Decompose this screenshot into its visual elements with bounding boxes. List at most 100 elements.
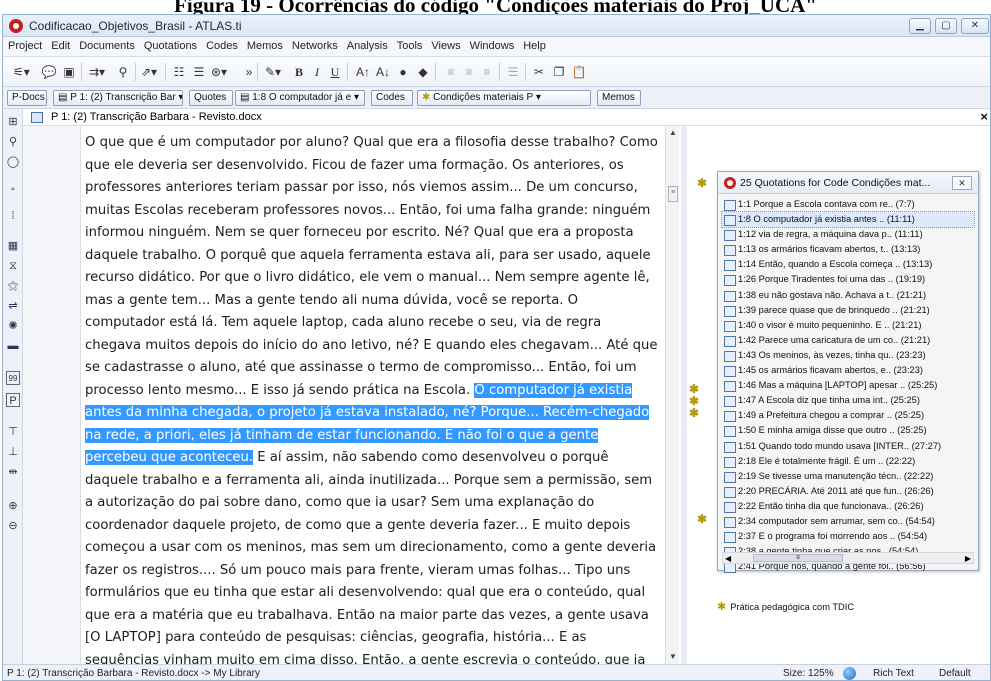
- quotations-hscrollbar[interactable]: ◀ ≡ ▶: [722, 552, 974, 564]
- text-after-selection[interactable]: E aí assim, não sabendo como desenvolveu…: [85, 450, 656, 664]
- quotation-list-item[interactable]: 1:46 Mas a máquina [LAPTOP] apesar .. (2…: [722, 378, 974, 393]
- color-icon[interactable]: ▬: [6, 339, 20, 353]
- menu-codes[interactable]: Codes: [201, 37, 242, 52]
- quotation-list-item[interactable]: 1:12 via de regra, a máquina dava p.. (1…: [722, 227, 974, 242]
- quotation-list-item[interactable]: 1:40 o visor é muito pequeninho. E .. (2…: [722, 318, 974, 333]
- margin-code-label[interactable]: ✱ Prática pedagógica com TDIC: [717, 600, 854, 613]
- scroll-right-icon[interactable]: ▶: [965, 553, 971, 564]
- quote-marks-icon[interactable]: “: [6, 185, 20, 199]
- zoom-in-icon[interactable]: ⊕: [6, 499, 20, 513]
- pdocs-button[interactable]: P-Docs: [7, 90, 47, 106]
- page-icon[interactable]: P: [6, 393, 20, 407]
- align-right-icon[interactable]: ≡: [479, 63, 495, 81]
- relation-icon[interactable]: ⇌: [6, 299, 20, 313]
- quotation-list-item[interactable]: 2:37 E o programa foi morrendo aos .. (5…: [722, 529, 974, 544]
- menu-memos[interactable]: Memos: [242, 37, 287, 52]
- network-tool-icon[interactable]: ⚟▾: [13, 63, 30, 81]
- xml-icon[interactable]: ⊛▾: [211, 63, 227, 81]
- paste-icon[interactable]: 📋: [571, 63, 587, 81]
- close-window-button[interactable]: ✕: [961, 18, 989, 34]
- tree-icon[interactable]: ⊞: [6, 115, 20, 129]
- list-icon[interactable]: ☰: [505, 63, 521, 81]
- code-select[interactable]: ✱ Condições materiais P ▾: [417, 90, 591, 106]
- code-star-icon[interactable]: ✱: [697, 512, 707, 526]
- document-text[interactable]: O que que é um computador por aluno? Qua…: [85, 132, 661, 664]
- pen-icon[interactable]: ✎▾: [265, 63, 281, 81]
- scroll-left-icon[interactable]: ◀: [725, 553, 731, 564]
- quote-select[interactable]: ▤ 1:8 O computador já e ▾: [235, 90, 365, 106]
- save-icon[interactable]: ▣: [61, 63, 77, 81]
- quotation-list-item[interactable]: 2:18 Ele é totalmente frágil. É um .. (2…: [722, 454, 974, 469]
- align-bottom-icon[interactable]: ⊥: [6, 445, 20, 459]
- close-panel-icon[interactable]: ✕: [952, 176, 972, 190]
- menu-edit[interactable]: Edit: [46, 37, 74, 52]
- report-icon[interactable]: ☷: [171, 63, 187, 81]
- document-text-pane[interactable]: O que que é um computador por aluno? Qua…: [81, 126, 665, 664]
- memos-button[interactable]: Memos: [597, 90, 641, 106]
- menu-help[interactable]: Help: [518, 37, 550, 52]
- quotation-list-item[interactable]: 1:50 E minha amiga disse que outro .. (2…: [722, 423, 974, 438]
- quotation-list-item[interactable]: 2:34 computador sem arrumar, sem co.. (5…: [722, 514, 974, 529]
- filter-icon[interactable]: ⧖: [6, 259, 20, 273]
- quotes-button[interactable]: Quotes: [189, 90, 233, 106]
- quotation-list-item[interactable]: 1:1 Porque a Escola contava com re.. (7:…: [722, 197, 974, 212]
- underline-icon[interactable]: U: [327, 63, 343, 81]
- quotation-list-item[interactable]: 1:47 A Escola diz que tinha uma int.. (2…: [722, 393, 974, 408]
- font-size-up-icon[interactable]: A↑: [355, 63, 371, 81]
- quotation-list-item[interactable]: 1:13 os armários ficavam abertos, t.. (1…: [722, 242, 974, 257]
- lines-icon[interactable]: ⁞: [6, 209, 20, 223]
- menu-views[interactable]: Views: [426, 37, 464, 52]
- binoculars-icon[interactable]: ⚲: [115, 63, 131, 81]
- scroll-thumb[interactable]: ≡: [668, 186, 678, 202]
- comment-icon[interactable]: ◯: [6, 155, 20, 169]
- pdoc-select[interactable]: ▤ P 1: (2) Transcrição Bar ▾: [53, 90, 183, 106]
- quotation-list-item[interactable]: 1:38 eu não gostava não. Achava a t.. (2…: [722, 288, 974, 303]
- minimize-button[interactable]: ▁: [909, 18, 931, 34]
- menu-project[interactable]: Project: [3, 37, 46, 52]
- copy-icon[interactable]: ❐: [551, 63, 567, 81]
- quotation-list-item[interactable]: 2:19 Se tivesse uma manutenção técn.. (2…: [722, 469, 974, 484]
- assign-icon[interactable]: ⇉▾: [89, 63, 105, 81]
- maximize-button[interactable]: ▢: [935, 18, 957, 34]
- document-scrollbar[interactable]: ▲ ≡ ▼: [665, 126, 679, 664]
- quotation-list-item[interactable]: 1:43 Os meninos, às vezes, tinha qu.. (2…: [722, 348, 974, 363]
- menu-tools[interactable]: Tools: [392, 37, 427, 52]
- query-icon[interactable]: ☰: [191, 63, 207, 81]
- cut-icon[interactable]: ✂: [531, 63, 547, 81]
- text-before-selection[interactable]: O que que é um computador por aluno? Qua…: [85, 135, 658, 398]
- close-document-icon[interactable]: ×: [980, 109, 988, 124]
- menu-networks[interactable]: Networks: [287, 37, 342, 52]
- quotation-list-item[interactable]: 1:14 Então, quando a Escola começa .. (1…: [722, 257, 974, 272]
- quotation-list-item[interactable]: 1:42 Parece uma caricatura de um co.. (2…: [722, 333, 974, 348]
- zoom-100-icon[interactable]: 99: [6, 371, 20, 385]
- split-icon[interactable]: ⇹: [6, 465, 20, 479]
- code-star-icon[interactable]: ✱: [697, 176, 707, 190]
- export-icon[interactable]: ⇗▾: [141, 63, 157, 81]
- more-chevron-icon[interactable]: »: [241, 63, 257, 81]
- font-size-down-icon[interactable]: A↓: [375, 63, 391, 81]
- menu-quotations[interactable]: Quotations: [139, 37, 201, 52]
- highlight-icon[interactable]: ◆: [415, 63, 431, 81]
- code-star-icon[interactable]: ✱: [689, 406, 699, 420]
- scroll-up-icon[interactable]: ▲: [668, 128, 678, 138]
- quotation-list-item[interactable]: 2:20 PRECÁRIA. Até 2011 até que fun.. (2…: [722, 484, 974, 499]
- align-left-icon[interactable]: ≡: [443, 63, 459, 81]
- quotation-list-item[interactable]: 2:22 Então tinha dia que funcionava.. (2…: [722, 499, 974, 514]
- search-icon[interactable]: ⚲: [6, 135, 20, 149]
- grid-icon[interactable]: ▦: [6, 239, 20, 253]
- align-top-icon[interactable]: ⊤: [6, 425, 20, 439]
- menu-documents[interactable]: Documents: [74, 37, 139, 52]
- quotation-list-item[interactable]: 1:49 a Prefeitura chegou a comprar .. (2…: [722, 408, 974, 423]
- hscroll-thumb[interactable]: ≡: [753, 554, 843, 562]
- quotation-list-item[interactable]: 1:39 parece quase que de brinquedo .. (2…: [722, 303, 974, 318]
- quotation-list-item[interactable]: 1:26 Porque Tiradentes foi uma das .. (1…: [722, 272, 974, 287]
- menu-analysis[interactable]: Analysis: [342, 37, 392, 52]
- italic-icon[interactable]: I: [309, 63, 325, 81]
- color-circle-icon[interactable]: ●: [395, 63, 411, 81]
- comment-icon[interactable]: 💬: [41, 63, 57, 81]
- zoom-out-icon[interactable]: ⊖: [6, 519, 20, 533]
- codes-button[interactable]: Codes: [371, 90, 413, 106]
- bold-icon[interactable]: B: [291, 63, 307, 81]
- quotation-list-item[interactable]: 1:51 Quando todo mundo usava [INTER.. (2…: [722, 439, 974, 454]
- align-center-icon[interactable]: ≡: [461, 63, 477, 81]
